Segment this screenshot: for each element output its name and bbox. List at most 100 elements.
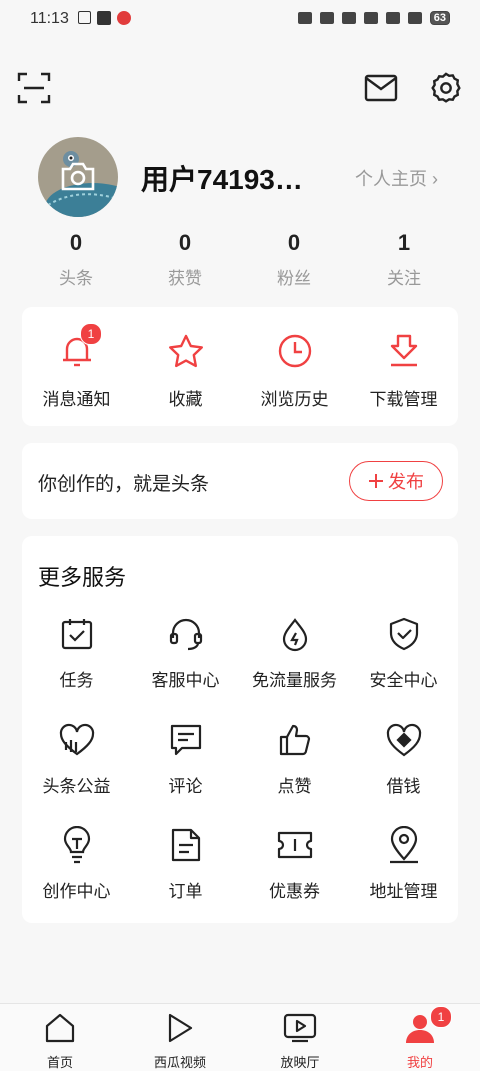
stat-label: 关注 (387, 269, 421, 288)
scan-button[interactable] (14, 68, 54, 108)
service-label: 评论 (168, 777, 203, 796)
gear-icon (431, 72, 461, 103)
coupon-icon (277, 831, 312, 859)
stat-label: 获赞 (168, 269, 202, 288)
publish-button[interactable]: 发布 (349, 461, 443, 501)
service-coupons[interactable]: 优惠券 (240, 825, 349, 902)
message-button[interactable] (361, 68, 401, 108)
tab-home[interactable]: 首页 (0, 1010, 120, 1071)
notification-icon (78, 11, 91, 24)
signal-icon (363, 12, 378, 24)
tv-play-icon (283, 1013, 317, 1043)
quick-action-notifications[interactable]: 1 消息通知 (22, 323, 131, 410)
stat-value: 0 (287, 230, 301, 255)
quick-action-label: 收藏 (168, 390, 203, 409)
create-prompt: 你创作的，就是头条 (38, 474, 210, 495)
system-icons: 63 (297, 11, 450, 25)
order-doc-icon (171, 828, 200, 862)
services-title: 更多服务 (38, 565, 127, 590)
tab-label: 西瓜视频 (153, 1055, 206, 1070)
tab-xigua-video[interactable]: 西瓜视频 (120, 1010, 240, 1071)
thumbs-up-icon (279, 724, 310, 756)
service-label: 订单 (168, 882, 203, 901)
plus-icon (369, 474, 383, 488)
service-loan[interactable]: 借钱 (349, 720, 458, 797)
comment-icon (170, 724, 201, 756)
services-card: 更多服务 任务 客服中心 免流量服务 安全中心 头条公益 评论 点赞 借钱 创作… (22, 536, 458, 923)
weibo-icon (117, 11, 131, 25)
wifi-icon (385, 12, 400, 24)
service-task[interactable]: 任务 (22, 614, 131, 691)
tab-cinema[interactable]: 放映厅 (240, 1010, 360, 1071)
charity-heart-icon (59, 723, 94, 756)
play-icon (168, 1013, 193, 1043)
lightbulb-icon (63, 826, 90, 864)
settings-button[interactable] (426, 68, 466, 108)
service-creator-center[interactable]: 创作中心 (22, 825, 131, 902)
service-label: 点赞 (277, 777, 312, 796)
service-label: 免流量服务 (252, 671, 337, 690)
stat-label: 粉丝 (277, 269, 311, 288)
service-label: 任务 (59, 671, 94, 690)
quick-action-label: 消息通知 (42, 390, 111, 409)
hd-icon (341, 12, 356, 24)
stat-value: 1 (397, 230, 411, 255)
service-label: 头条公益 (42, 777, 111, 796)
service-label: 优惠券 (269, 882, 320, 901)
status-time: 11:13 (30, 10, 69, 27)
clock-icon (278, 334, 311, 368)
stat-value: 0 (178, 230, 192, 255)
shield-icon (389, 617, 418, 651)
stat-label: 头条 (59, 269, 93, 288)
service-address[interactable]: 地址管理 (349, 825, 458, 902)
notification-icon (97, 11, 111, 25)
stat-headlines[interactable]: 0 头条 (21, 230, 131, 289)
quick-action-label: 下载管理 (369, 390, 438, 409)
status-bar: 11:13 63 (0, 0, 480, 38)
notification-indicators (78, 11, 131, 25)
headset-icon (169, 618, 202, 651)
service-likes[interactable]: 点赞 (240, 720, 349, 797)
stat-followers[interactable]: 0 粉丝 (239, 230, 349, 289)
tab-label: 我的 (406, 1055, 433, 1070)
service-label: 客服中心 (151, 671, 220, 690)
bottom-nav: 首页 西瓜视频 放映厅 1 我的 (0, 1003, 480, 1071)
username[interactable]: 用户74193… (141, 158, 303, 198)
stat-value: 0 (69, 230, 83, 255)
drop-icon (282, 618, 307, 652)
signal-icon (407, 12, 422, 24)
quick-action-history[interactable]: 浏览历史 (240, 331, 349, 410)
tab-label: 放映厅 (280, 1055, 320, 1070)
service-label: 地址管理 (369, 882, 438, 901)
avatar[interactable] (38, 137, 118, 217)
stat-likes[interactable]: 0 获赞 (130, 230, 240, 289)
tab-mine[interactable]: 1 我的 (360, 1006, 480, 1071)
service-label: 借钱 (386, 777, 421, 796)
tab-label: 首页 (46, 1055, 73, 1070)
service-label: 安全中心 (369, 671, 438, 690)
service-free-data[interactable]: 免流量服务 (240, 614, 349, 691)
quick-action-favorites[interactable]: 收藏 (131, 331, 240, 410)
service-label: 创作中心 (42, 882, 111, 901)
service-customer-center[interactable]: 客服中心 (131, 614, 240, 691)
service-orders[interactable]: 订单 (131, 825, 240, 902)
quick-actions-card: 1 消息通知 收藏 浏览历史 下载管理 (22, 307, 458, 426)
tab-badge: 1 (430, 1006, 452, 1028)
service-security[interactable]: 安全中心 (349, 614, 458, 691)
notification-badge: 1 (80, 323, 102, 345)
personal-homepage-link[interactable]: 个人主页 › (355, 165, 438, 191)
camera-icon (61, 162, 95, 191)
quick-action-downloads[interactable]: 下载管理 (349, 331, 458, 410)
stat-following[interactable]: 1 关注 (349, 230, 459, 289)
service-charity[interactable]: 头条公益 (22, 720, 131, 797)
task-calendar-icon (61, 619, 92, 650)
scan-icon (17, 72, 51, 104)
loan-heart-icon (386, 723, 421, 757)
mail-icon (364, 74, 398, 102)
publish-label: 发布 (388, 472, 424, 492)
quick-action-label: 浏览历史 (260, 390, 329, 409)
location-pin-icon (389, 826, 418, 864)
battery-icon: 63 (429, 11, 450, 25)
service-comments[interactable]: 评论 (131, 720, 240, 797)
create-card: 你创作的，就是头条 发布 (22, 443, 458, 519)
